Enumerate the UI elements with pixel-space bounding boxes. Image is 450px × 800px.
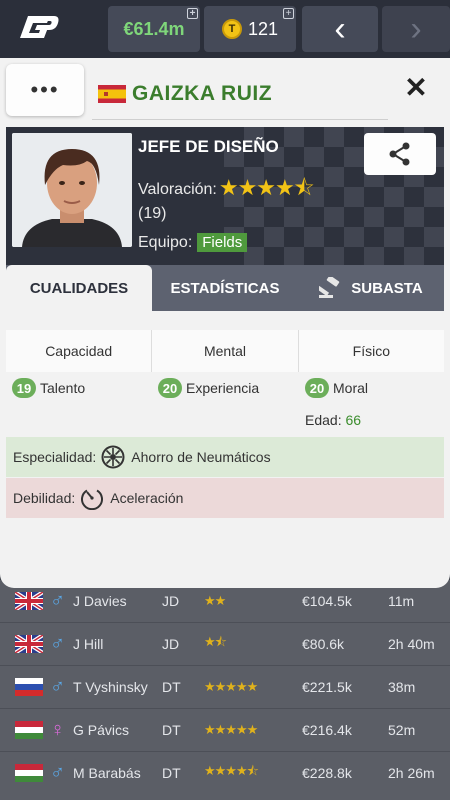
male-icon: ♂ — [50, 675, 65, 698]
staff-name: J Hill — [73, 636, 104, 652]
physical-header: Físico — [352, 343, 390, 359]
time-remaining: 2h 40m — [388, 636, 435, 652]
staff-price: €216.4k — [302, 722, 352, 738]
share-icon — [389, 142, 410, 166]
modal-header: GAIZKA RUIZ — [92, 68, 388, 120]
staff-price: €221.5k — [302, 679, 352, 695]
staff-avatar — [12, 133, 132, 247]
hungary-flag-icon — [15, 764, 43, 782]
share-button[interactable] — [364, 133, 436, 175]
female-icon: ♀ — [50, 718, 65, 741]
add-tokens-icon[interactable]: + — [283, 8, 294, 19]
age-value: 66 — [345, 412, 362, 428]
staff-name: G Pávics — [73, 722, 130, 738]
specialty-row: Especialidad: Ahorro de Neumáticos — [6, 437, 444, 477]
top-bar: €61.4m + T 121 + ‹ › — [0, 0, 450, 58]
experience-label: Experiencia — [186, 380, 260, 396]
weakness-label: Debilidad: — [13, 490, 76, 506]
chevron-left-icon: ‹ — [334, 9, 346, 48]
russia-flag-icon — [15, 678, 43, 696]
star-rating: ★★★★★ — [204, 679, 258, 694]
staff-name-title: GAIZKA RUIZ — [132, 81, 273, 105]
token-coin-icon: T — [221, 19, 242, 39]
hungary-flag-icon — [15, 721, 43, 739]
time-remaining: 2h 26m — [388, 765, 435, 781]
specialty-label: Especialidad: — [13, 449, 97, 465]
tab-bar: CUALIDADES ESTADÍSTICAS SUBASTA — [6, 265, 444, 311]
star-rating-icon: ★★★★⯪ — [218, 175, 315, 200]
back-button[interactable]: ‹ — [302, 6, 378, 52]
staff-profile-card: JEFE DE DISEÑO Valoración: ★★★★⯪ (19) Eq… — [6, 127, 444, 265]
time-remaining: 38m — [388, 679, 416, 695]
money-value: €61.4m — [123, 18, 185, 39]
list-item[interactable]: ♂ J Hill JD ★⯪ €80.6k 2h 40m — [0, 623, 450, 665]
rating-label: Valoración: — [138, 181, 217, 198]
money-balance[interactable]: €61.4m + — [108, 6, 200, 52]
close-icon[interactable]: ✕ — [400, 72, 432, 104]
qualities-header: Capacidad Mental Físico — [6, 330, 444, 372]
staff-name: M Barabás — [73, 765, 141, 781]
tyre-icon — [101, 445, 125, 469]
uk-flag-icon — [15, 635, 43, 653]
acceleration-gauge-icon — [81, 489, 104, 510]
team-label: Equipo: — [138, 233, 193, 251]
age-label: Edad: — [305, 412, 342, 428]
tab-subasta[interactable]: SUBASTA — [298, 265, 444, 311]
team-badge[interactable]: Fields — [197, 233, 248, 252]
rating-row: Valoración: ★★★★⯪ — [138, 171, 315, 209]
add-money-icon[interactable]: + — [187, 8, 198, 19]
morale-label: Moral — [333, 380, 369, 396]
gavel-icon — [319, 277, 340, 298]
specialty-value: Ahorro de Neumáticos — [131, 449, 271, 465]
talent-label: Talento — [40, 380, 86, 396]
staff-price: €80.6k — [302, 636, 345, 652]
star-rating: ★⯪ — [204, 634, 227, 649]
spain-flag-icon — [98, 84, 126, 103]
weakness-value: Aceleración — [110, 490, 184, 506]
background-list: ♂ J Davies JD ★★ €104.5k 11m ♂ J Hill JD… — [0, 580, 450, 800]
talent-quality: 19 Talento — [12, 378, 85, 398]
morale-quality: 20 Moral — [305, 378, 368, 398]
mental-header: Mental — [152, 330, 299, 372]
star-rating: ★★★★⯪ — [204, 763, 259, 778]
staff-price: €228.8k — [302, 765, 352, 781]
uk-flag-icon — [15, 592, 43, 610]
list-item[interactable]: ♀ G Pávics DT ★★★★★ €216.4k 52m — [0, 709, 450, 751]
chevron-right-icon: › — [410, 9, 422, 48]
rating-count: (19) — [138, 205, 167, 222]
capacity-header: Capacidad — [6, 330, 153, 372]
token-value: 121 — [247, 18, 279, 39]
forward-button[interactable]: › — [382, 6, 450, 52]
tab-subasta-label: SUBASTA — [351, 279, 423, 297]
tab-cualidades[interactable]: CUALIDADES — [6, 265, 152, 311]
time-remaining: 52m — [388, 722, 416, 738]
token-balance[interactable]: T 121 + — [204, 6, 296, 52]
staff-role: DT — [162, 722, 181, 738]
tab-estadisticas[interactable]: ESTADÍSTICAS — [152, 265, 298, 311]
list-item[interactable]: ♂ T Vyshinsky DT ★★★★★ €221.5k 38m — [0, 666, 450, 708]
weakness-row: Debilidad: Aceleración — [6, 478, 444, 518]
male-icon: ♂ — [50, 632, 65, 655]
team-row: Equipo: Fields — [138, 233, 248, 252]
age-row: Edad: 66 — [305, 412, 361, 428]
app-logo-icon[interactable] — [18, 10, 62, 46]
staff-job-title: JEFE DE DISEÑO — [138, 137, 279, 156]
staff-name: T Vyshinsky — [73, 679, 148, 695]
experience-quality: 20 Experiencia — [158, 378, 259, 398]
male-icon: ♂ — [50, 761, 65, 784]
staff-role: JD — [162, 636, 180, 652]
list-item[interactable]: ♂ M Barabás DT ★★★★⯪ €228.8k 2h 26m — [0, 752, 450, 794]
staff-role: DT — [162, 765, 181, 781]
star-rating: ★★★★★ — [204, 722, 258, 737]
talent-value: 19 — [12, 378, 36, 398]
staff-detail-modal: ••• GAIZKA RUIZ ✕ JEFE DE DISEÑO Valorac… — [0, 58, 450, 588]
morale-value: 20 — [305, 378, 329, 398]
experience-value: 20 — [158, 378, 182, 398]
staff-role: DT — [162, 679, 181, 695]
more-dots-icon: ••• — [30, 77, 60, 102]
more-options-button[interactable]: ••• — [6, 64, 84, 116]
